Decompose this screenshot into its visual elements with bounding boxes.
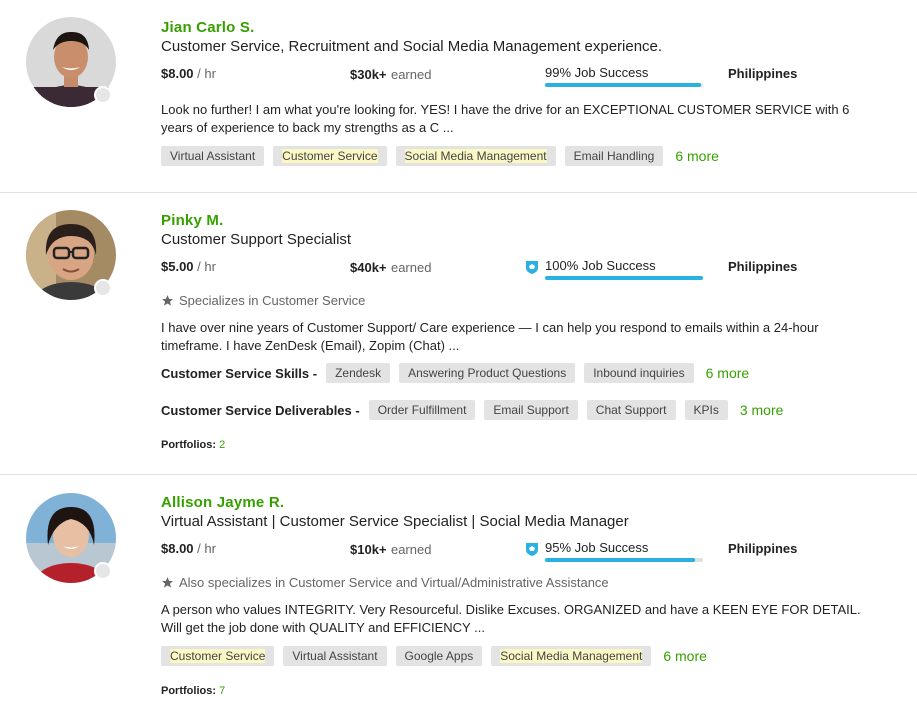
online-status-dot xyxy=(94,86,112,104)
deliverable-tag[interactable]: KPIs xyxy=(684,400,728,420)
job-success-bar xyxy=(545,558,703,562)
skill-tag-text: Social Media Management xyxy=(404,149,547,163)
job-success-bar xyxy=(545,83,703,87)
freelancer-name[interactable]: Jian Carlo S. xyxy=(161,19,254,36)
description: Look no further! I am what you're lookin… xyxy=(161,101,886,137)
online-status-dot xyxy=(94,279,112,297)
more-skills-link[interactable]: 6 more xyxy=(675,148,719,164)
earned-label: earned xyxy=(390,542,432,557)
skill-tag[interactable]: Email Handling xyxy=(564,146,664,166)
portfolios-count-link[interactable]: 2 xyxy=(219,439,225,451)
freelancer-card[interactable]: Jian Carlo S. Customer Service, Recruitm… xyxy=(0,0,917,192)
portfolios-label: Portfolios: xyxy=(161,685,216,697)
specialization: Specializes in Customer Service xyxy=(161,293,365,308)
country: Philippines xyxy=(728,541,798,556)
earned-label: earned xyxy=(390,260,432,275)
job-success-bar-fill xyxy=(545,276,703,280)
more-skills-link[interactable]: 6 more xyxy=(663,648,707,664)
total-earned: $10k+ earned xyxy=(350,541,431,559)
online-status-dot xyxy=(94,562,112,580)
skill-tag[interactable]: Google Apps xyxy=(395,646,483,666)
skill-tag[interactable]: Social Media Management xyxy=(395,146,556,166)
skill-tag-text: Social Media Management xyxy=(500,649,643,663)
hourly-rate: $8.00 / hr xyxy=(161,541,216,556)
star-icon xyxy=(162,295,173,306)
hourly-rate: $5.00 / hr xyxy=(161,259,216,274)
country: Philippines xyxy=(728,66,798,81)
job-success-text: 95% Job Success xyxy=(545,540,649,555)
freelancer-name[interactable]: Allison Jayme R. xyxy=(161,494,284,511)
skill-tag[interactable]: Virtual Assistant xyxy=(161,146,265,166)
country: Philippines xyxy=(728,259,798,274)
more-skills-link[interactable]: 6 more xyxy=(706,365,750,381)
skill-tag[interactable]: Customer Service xyxy=(273,146,387,166)
top-rated-badge-icon xyxy=(526,543,538,556)
star-icon xyxy=(162,577,173,588)
description-line: A person who values INTEGRITY. Very Reso… xyxy=(161,602,861,617)
job-success: 95% Job Success xyxy=(545,540,703,562)
specialized-skills: Customer Service Skills - Zendesk Answer… xyxy=(161,363,749,383)
skill-tag[interactable]: Social Media Management xyxy=(491,646,652,666)
skill-tags: Virtual Assistant Customer Service Socia… xyxy=(161,146,719,166)
skill-tag-text: Customer Service xyxy=(170,649,266,663)
job-success-bar-fill xyxy=(545,558,696,562)
deliverables: Customer Service Deliverables - Order Fu… xyxy=(161,400,783,420)
description-line: Look no further! I am what you're lookin… xyxy=(161,102,850,117)
job-success: 100% Job Success xyxy=(545,258,703,280)
rate-unit: / hr xyxy=(197,259,216,274)
deliverables-label: Customer Service Deliverables - xyxy=(161,402,360,418)
skill-tag[interactable]: Answering Product Questions xyxy=(399,363,576,383)
job-success-text: 99% Job Success xyxy=(545,65,649,80)
specialization-text: Specializes in Customer Service xyxy=(179,293,366,308)
deliverable-tag[interactable]: Order Fulfillment xyxy=(368,400,476,420)
job-success-bar xyxy=(545,276,703,280)
rate-value: $8.00 xyxy=(161,541,194,556)
description-line: timeframe. I have ZenDesk (Email), Zopim… xyxy=(161,338,460,353)
skills-label: Customer Service Skills - xyxy=(161,365,318,381)
portfolios-label: Portfolios: xyxy=(161,439,216,451)
description-line: I have over nine years of Customer Suppo… xyxy=(161,320,819,335)
freelancer-card[interactable]: Pinky M. Customer Support Specialist $5.… xyxy=(0,193,917,474)
deliverable-tag[interactable]: Chat Support xyxy=(586,400,676,420)
specialization-text: Also specializes in Customer Service and… xyxy=(179,575,609,590)
job-success: 99% Job Success xyxy=(545,65,703,87)
skill-tag[interactable]: Inbound inquiries xyxy=(584,363,694,383)
skill-tag[interactable]: Virtual Assistant xyxy=(283,646,387,666)
freelancer-title: Customer Service, Recruitment and Social… xyxy=(161,38,663,55)
skill-tag[interactable]: Customer Service xyxy=(161,646,275,666)
rate-unit: / hr xyxy=(197,66,216,81)
freelancer-title: Virtual Assistant | Customer Service Spe… xyxy=(161,513,629,530)
skill-tag[interactable]: Zendesk xyxy=(326,363,391,383)
earned-label: earned xyxy=(390,67,432,82)
freelancer-name[interactable]: Pinky M. xyxy=(161,212,223,229)
rate-unit: / hr xyxy=(197,541,216,556)
skill-tag-text: Customer Service xyxy=(282,149,378,163)
skill-tags: Customer Service Virtual Assistant Googl… xyxy=(161,646,707,666)
portfolios-count-link[interactable]: 7 xyxy=(219,685,225,697)
portfolios: Portfolios: 7 xyxy=(161,685,225,697)
hourly-rate: $8.00 / hr xyxy=(161,66,216,81)
deliverable-tag[interactable]: Email Support xyxy=(484,400,578,420)
portfolios: Portfolios: 2 xyxy=(161,439,225,451)
description-line: years of experience to back my strengths… xyxy=(161,120,454,135)
more-deliverables-link[interactable]: 3 more xyxy=(740,402,784,418)
job-success-text: 100% Job Success xyxy=(545,258,656,273)
description-line: Will get the job done with QUALITY and E… xyxy=(161,620,485,635)
description: A person who values INTEGRITY. Very Reso… xyxy=(161,601,886,637)
earned-amount: $10k+ xyxy=(350,542,387,557)
job-success-bar-fill xyxy=(545,83,702,87)
freelancer-title: Customer Support Specialist xyxy=(161,231,352,248)
rate-value: $5.00 xyxy=(161,259,194,274)
top-rated-badge-icon xyxy=(526,261,538,274)
rate-value: $8.00 xyxy=(161,66,194,81)
total-earned: $30k+ earned xyxy=(350,66,431,84)
earned-amount: $30k+ xyxy=(350,67,387,82)
total-earned: $40k+ earned xyxy=(350,259,431,277)
description: I have over nine years of Customer Suppo… xyxy=(161,319,886,355)
freelancer-card[interactable]: Allison Jayme R. Virtual Assistant | Cus… xyxy=(0,475,917,719)
earned-amount: $40k+ xyxy=(350,260,387,275)
specialization: Also specializes in Customer Service and… xyxy=(161,575,609,590)
